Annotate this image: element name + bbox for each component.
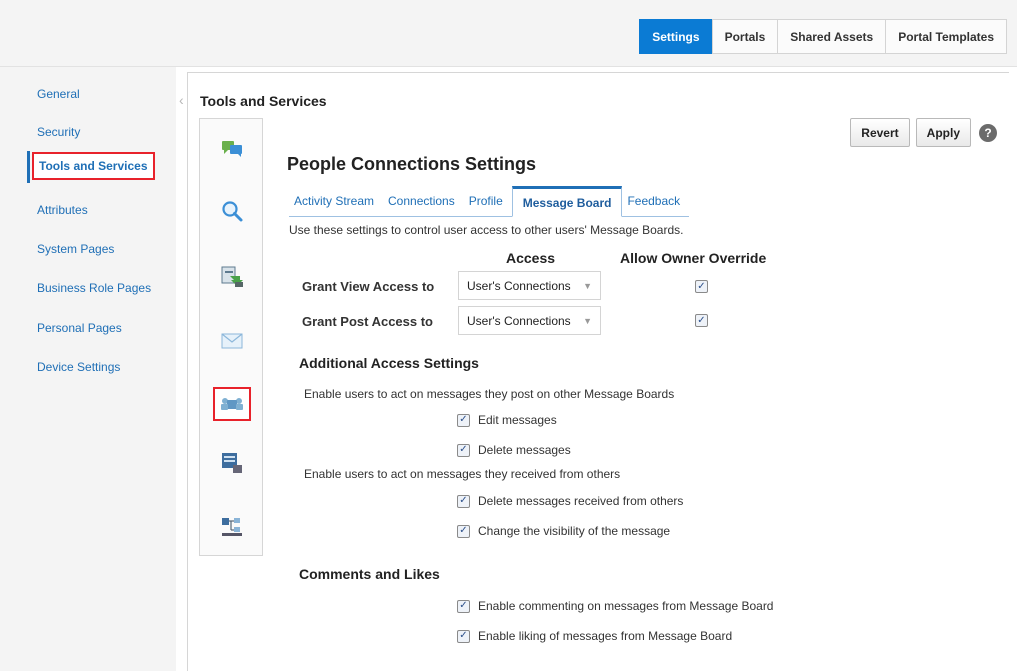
mail-icon[interactable] xyxy=(220,329,244,353)
grant-view-value: User's Connections xyxy=(467,278,571,293)
subtab-connections[interactable]: Connections xyxy=(383,186,464,217)
nav-item-security[interactable]: Security xyxy=(37,125,80,139)
change-visibility-option: ✓ Change the visibility of the message xyxy=(457,524,670,538)
documents-icon[interactable] xyxy=(220,264,244,288)
panel-title: Tools and Services xyxy=(200,93,327,109)
apply-button[interactable]: Apply xyxy=(915,118,971,147)
tools-icon-bar xyxy=(199,118,263,556)
collapse-left-icon[interactable]: ‹ xyxy=(179,92,184,108)
chevron-down-icon: ▼ xyxy=(583,280,592,291)
nav-item-general[interactable]: General xyxy=(37,87,80,101)
tab-shared-assets[interactable]: Shared Assets xyxy=(777,19,887,54)
enable-commenting-checkbox[interactable]: ✓ xyxy=(457,599,470,613)
enable-liking-option: ✓ Enable liking of messages from Message… xyxy=(457,629,732,643)
enable-commenting-option: ✓ Enable commenting on messages from Mes… xyxy=(457,599,773,613)
access-column-header: Access xyxy=(506,250,556,266)
grant-view-label: Grant View Access to xyxy=(302,279,435,294)
top-tabs: Settings Portals Shared Assets Portal Te… xyxy=(639,19,1007,54)
grant-view-select[interactable]: User's Connections ▼ xyxy=(458,271,601,300)
received-actions-description: Enable users to act on messages they rec… xyxy=(304,467,621,481)
tab-portal-templates[interactable]: Portal Templates xyxy=(885,19,1007,54)
enable-liking-label: Enable liking of messages from Message B… xyxy=(478,629,733,643)
top-bar: Settings Portals Shared Assets Portal Te… xyxy=(0,0,1017,67)
grant-post-value: User's Connections xyxy=(467,313,571,328)
edit-messages-checkbox[interactable]: ✓ xyxy=(457,413,470,427)
comments-likes-title: Comments and Likes xyxy=(299,566,440,582)
override-column-header: Allow Owner Override xyxy=(620,250,767,266)
delete-received-checkbox[interactable]: ✓ xyxy=(457,494,470,508)
actions-bar: Revert Apply ? xyxy=(844,118,997,147)
tab-settings[interactable]: Settings xyxy=(639,19,713,54)
nav-item-attributes[interactable]: Attributes xyxy=(37,203,88,217)
subtab-profile[interactable]: Profile xyxy=(464,186,512,217)
grant-post-select[interactable]: User's Connections ▼ xyxy=(458,306,601,335)
revert-button[interactable]: Revert xyxy=(850,118,910,147)
post-actions-description: Enable users to act on messages they pos… xyxy=(304,387,675,401)
search-icon[interactable] xyxy=(220,199,244,223)
subtab-description: Use these settings to control user acces… xyxy=(289,223,684,237)
tab-portals[interactable]: Portals xyxy=(711,19,779,54)
grant-post-override-checkbox[interactable]: ✓ xyxy=(695,314,708,327)
subtab-activity-stream[interactable]: Activity Stream xyxy=(289,186,383,217)
nav-item-personal-pages[interactable]: Personal Pages xyxy=(37,321,122,335)
nav-active-indicator xyxy=(27,151,30,183)
chevron-down-icon: ▼ xyxy=(583,315,592,326)
nav-item-device-settings[interactable]: Device Settings xyxy=(37,360,120,374)
delete-received-label: Delete messages received from others xyxy=(478,494,684,508)
section-title: People Connections Settings xyxy=(287,154,537,174)
additional-access-title: Additional Access Settings xyxy=(299,355,479,371)
delete-messages-checkbox[interactable]: ✓ xyxy=(457,443,470,457)
nav-item-business-role-pages[interactable]: Business Role Pages xyxy=(37,281,151,295)
people-connections-icon[interactable] xyxy=(213,387,251,421)
enable-liking-checkbox[interactable]: ✓ xyxy=(457,629,470,643)
delete-received-option: ✓ Delete messages received from others xyxy=(457,494,683,508)
help-icon[interactable]: ? xyxy=(979,123,997,142)
grant-post-label: Grant Post Access to xyxy=(302,314,434,329)
sub-tabs: Activity Stream Connections Profile Mess… xyxy=(289,186,690,217)
subtab-message-board[interactable]: Message Board xyxy=(511,186,623,217)
edit-messages-label: Edit messages xyxy=(478,413,557,427)
delete-messages-option: ✓ Delete messages xyxy=(457,443,571,457)
enable-commenting-label: Enable commenting on messages from Messa… xyxy=(478,599,774,613)
nav-item-tools-and-services[interactable]: Tools and Services xyxy=(32,152,155,180)
discussions-icon[interactable] xyxy=(220,137,244,161)
delete-messages-label: Delete messages xyxy=(478,443,571,457)
org-chart-icon[interactable] xyxy=(220,515,244,539)
grant-view-override-checkbox[interactable]: ✓ xyxy=(695,280,708,293)
nav-item-system-pages[interactable]: System Pages xyxy=(37,242,114,256)
edit-messages-option: ✓ Edit messages xyxy=(457,413,557,427)
left-nav: General Security Tools and Services Attr… xyxy=(0,67,176,671)
change-visibility-checkbox[interactable]: ✓ xyxy=(457,524,470,538)
tasks-icon[interactable] xyxy=(220,451,244,475)
subtab-feedback[interactable]: Feedback xyxy=(622,186,689,217)
change-visibility-label: Change the visibility of the message xyxy=(478,524,671,538)
